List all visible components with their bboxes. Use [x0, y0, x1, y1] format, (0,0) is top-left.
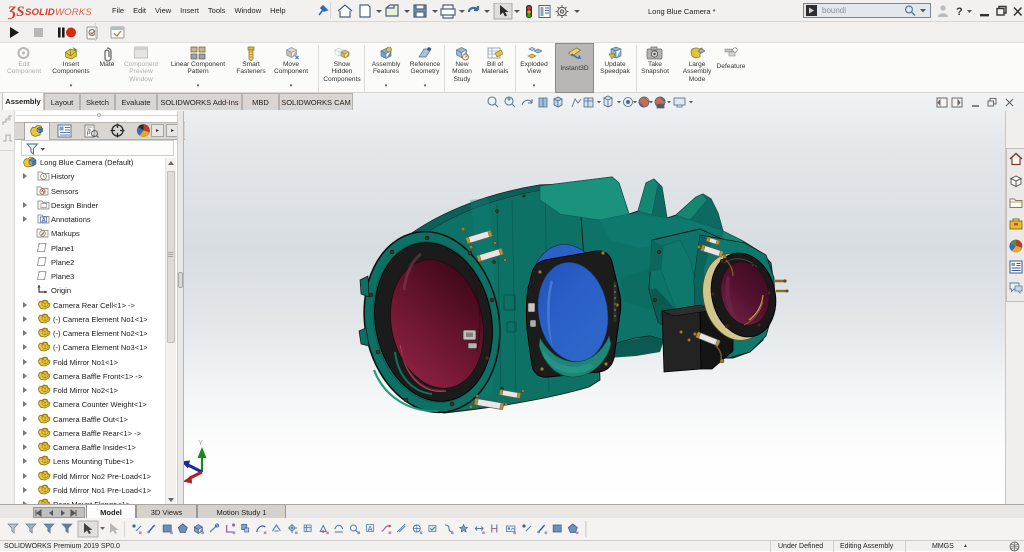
svg-text:Y: Y [198, 438, 203, 447]
svg-text:WORKS: WORKS [55, 7, 92, 18]
svg-text:β: β [86, 128, 91, 136]
svg-text:?: ? [956, 6, 963, 18]
svg-text:boundi: boundi [822, 6, 846, 15]
svg-text:SOLID: SOLID [25, 7, 55, 18]
svg-text:A: A [368, 526, 373, 533]
svg-text:A: A [42, 218, 46, 224]
svg-text:ƷS: ƷS [8, 4, 24, 19]
